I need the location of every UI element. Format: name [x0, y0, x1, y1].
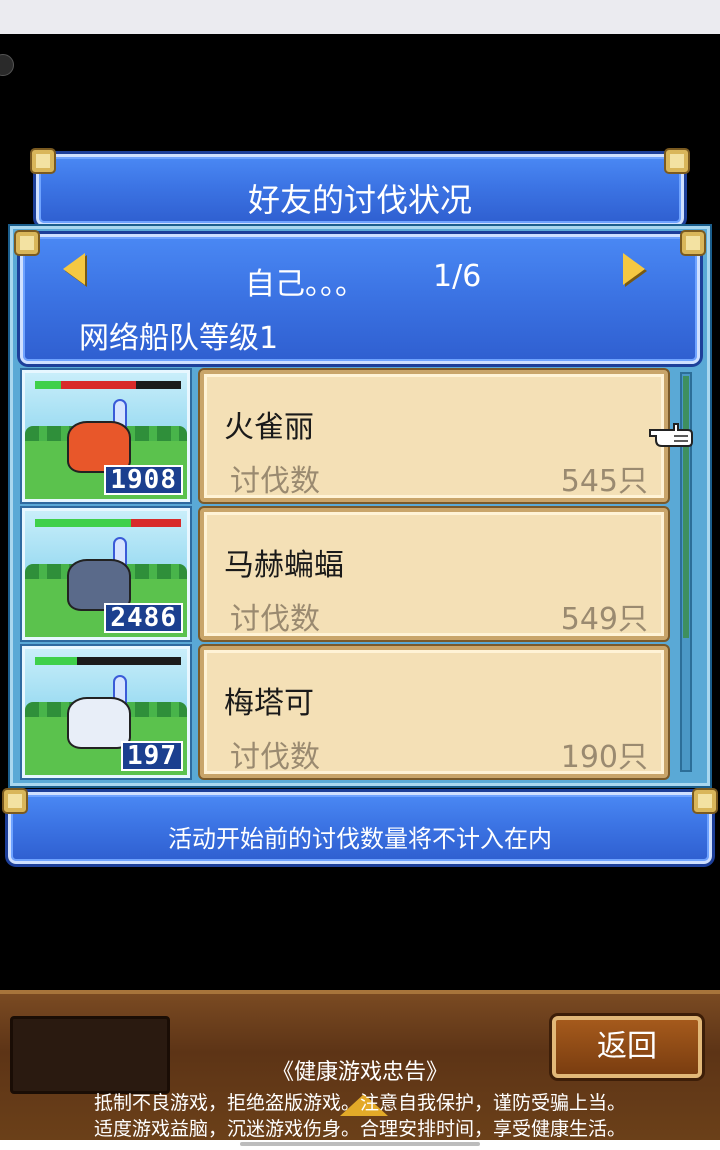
- notice-text: 活动开始前的讨伐数量将不计入在内: [168, 825, 552, 853]
- corner-ornament: [682, 232, 704, 254]
- left-arrow-icon[interactable]: [63, 253, 85, 285]
- kill-label: 讨伐数: [230, 464, 320, 499]
- monster-name: 梅塔可: [224, 686, 314, 721]
- page-title: 好友的讨伐状况: [247, 181, 472, 219]
- list-item[interactable]: 1908 火雀丽 讨伐数 545只: [22, 370, 670, 502]
- advisory-title: 《健康游戏忠告》: [271, 1060, 448, 1085]
- friend-name: 自己。。。: [245, 267, 365, 302]
- hp-bar: [35, 381, 181, 389]
- pointing-hand-icon: [649, 423, 693, 447]
- home-indicator[interactable]: [240, 1142, 480, 1146]
- right-arrow-icon[interactable]: [623, 253, 645, 285]
- monster-info: 梅塔可 讨伐数 190只: [200, 646, 668, 778]
- card-number: 2486: [104, 603, 183, 633]
- monster-info: 火雀丽 讨伐数 545只: [200, 370, 668, 502]
- list-item[interactable]: 197 梅塔可 讨伐数 190只: [22, 646, 670, 778]
- kill-label: 讨伐数: [230, 602, 320, 637]
- monster-card: 1908: [22, 370, 190, 502]
- advisory-line: 适度游戏益脑，沉迷游戏伤身。合理安排时间，享受健康生活。: [93, 1118, 626, 1140]
- hp-bar: [35, 657, 181, 665]
- list-item[interactable]: 2486 马赫蝙蝠 讨伐数 549只: [22, 508, 670, 640]
- kill-count: 545只: [560, 464, 648, 499]
- corner-ornament: [4, 790, 26, 812]
- scroll-thumb[interactable]: [683, 376, 689, 638]
- notice-panel: 活动开始前的讨伐数量将不计入在内: [8, 792, 712, 864]
- monster-card: 2486: [22, 508, 190, 640]
- monster-name: 火雀丽: [224, 410, 314, 445]
- monster-info: 马赫蝙蝠 讨伐数 549只: [200, 508, 668, 640]
- corner-ornament: [16, 232, 38, 254]
- bottom-bar: 返回 《健康游戏忠告》 抵制不良游戏，拒绝盗版游戏。注意自我保护，谨防受骗上当。…: [0, 990, 720, 1140]
- hp-bar: [35, 519, 181, 527]
- title-panel: 好友的讨伐状况: [36, 154, 684, 226]
- monster-card: 197: [22, 646, 190, 778]
- corner-ornament: [666, 150, 688, 172]
- status-bar: [0, 0, 720, 34]
- card-number: 1908: [104, 465, 183, 495]
- corner-ornament: [32, 150, 54, 172]
- monster-name: 马赫蝙蝠: [224, 548, 344, 583]
- monster-sprite: [69, 699, 129, 747]
- fleet-level: 网络船队等级1: [79, 321, 279, 356]
- advisory-line: 抵制不良游戏，拒绝盗版游戏。注意自我保护，谨防受骗上当。: [93, 1092, 626, 1114]
- page-indicator: 1/6: [433, 259, 482, 294]
- monster-sprite: [69, 561, 129, 609]
- friend-header: 自己。。。 1/6 网络船队等级1: [20, 234, 700, 364]
- kill-count: 549只: [560, 602, 648, 637]
- card-number: 197: [121, 741, 183, 771]
- corner-ornament: [694, 790, 716, 812]
- kill-count: 190只: [560, 740, 648, 775]
- monster-sprite: [69, 423, 129, 471]
- kill-label: 讨伐数: [230, 740, 320, 775]
